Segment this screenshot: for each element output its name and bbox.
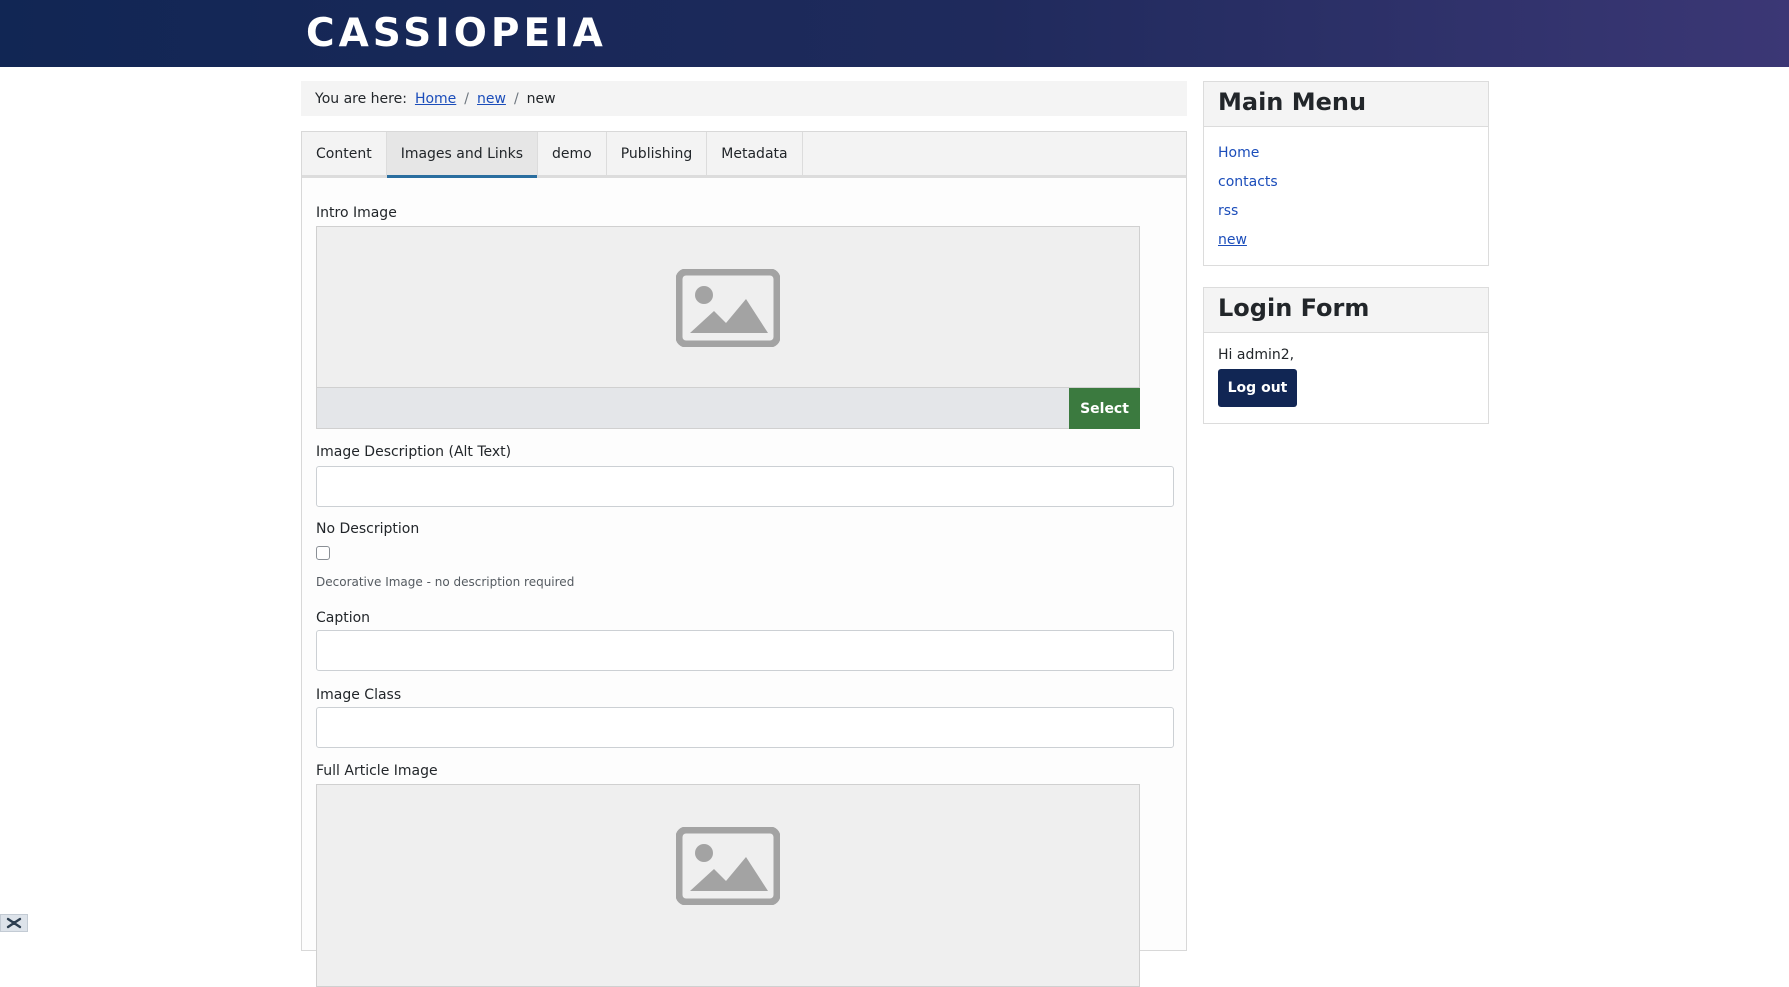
caption-label: Caption [316,610,371,626]
menu-item: Home [1218,139,1474,168]
decorative-image-hint: Decorative Image - no description requir… [316,575,575,589]
tab-content[interactable]: Content [302,132,387,175]
image-placeholder-icon [676,827,780,905]
tab-metadata[interactable]: Metadata [707,132,803,175]
intro-image-select-button[interactable]: Select [1069,388,1140,429]
alt-text-label: Image Description (Alt Text) [316,444,512,460]
menu-link-home[interactable]: Home [1218,145,1259,161]
full-article-image-field [316,784,1140,987]
menu-link-rss[interactable]: rss [1218,203,1238,219]
breadcrumb-home-link[interactable]: Home [415,91,456,107]
intro-image-field: Select [316,226,1140,429]
login-greeting: Hi admin2, [1218,347,1295,363]
site-header: CASSIOPEIA [0,0,1789,67]
menu-item: new [1218,226,1474,255]
article-edit-form: Content Images and Links demo Publishing… [301,131,1187,987]
main-menu-module: Main Menu Home contacts rss new [1203,81,1489,266]
menu-link-new[interactable]: new [1218,232,1247,248]
main-menu-title: Main Menu [1204,82,1488,127]
no-description-checkbox[interactable] [316,546,330,560]
breadcrumb: You are here: Home / new / new [301,81,1187,116]
menu-item: contacts [1218,168,1474,197]
image-placeholder-icon [676,269,780,347]
breadcrumb-separator: / [464,90,469,107]
breadcrumb-prefix: You are here: [315,90,407,107]
breadcrumb-category-link[interactable]: new [477,91,506,107]
main-menu-list: Home contacts rss new [1204,127,1488,265]
caption-input[interactable] [316,630,1174,671]
joomla-debug-icon[interactable] [0,914,28,932]
login-form-module: Login Form Hi admin2, Log out [1203,287,1489,424]
login-form-title: Login Form [1204,288,1488,333]
site-brand[interactable]: CASSIOPEIA [306,11,607,57]
alt-text-input[interactable] [316,466,1174,507]
tab-images-and-links[interactable]: Images and Links [386,132,539,178]
full-article-image-label: Full Article Image [316,763,438,779]
intro-image-path-bar: Select [317,387,1140,429]
joomla-logo-icon [6,917,22,929]
menu-item: rss [1218,197,1474,226]
no-description-label: No Description [316,521,420,537]
tab-publishing[interactable]: Publishing [607,132,708,175]
form-tabs: Content Images and Links demo Publishing… [302,132,1186,178]
menu-link-contacts[interactable]: contacts [1218,174,1278,190]
breadcrumb-separator: / [513,90,519,107]
image-class-input[interactable] [316,707,1174,748]
intro-image-label: Intro Image [316,205,397,221]
image-class-label: Image Class [316,687,402,703]
tab-demo[interactable]: demo [538,132,607,175]
breadcrumb-current: new [526,90,556,107]
logout-button[interactable]: Log out [1218,369,1297,407]
